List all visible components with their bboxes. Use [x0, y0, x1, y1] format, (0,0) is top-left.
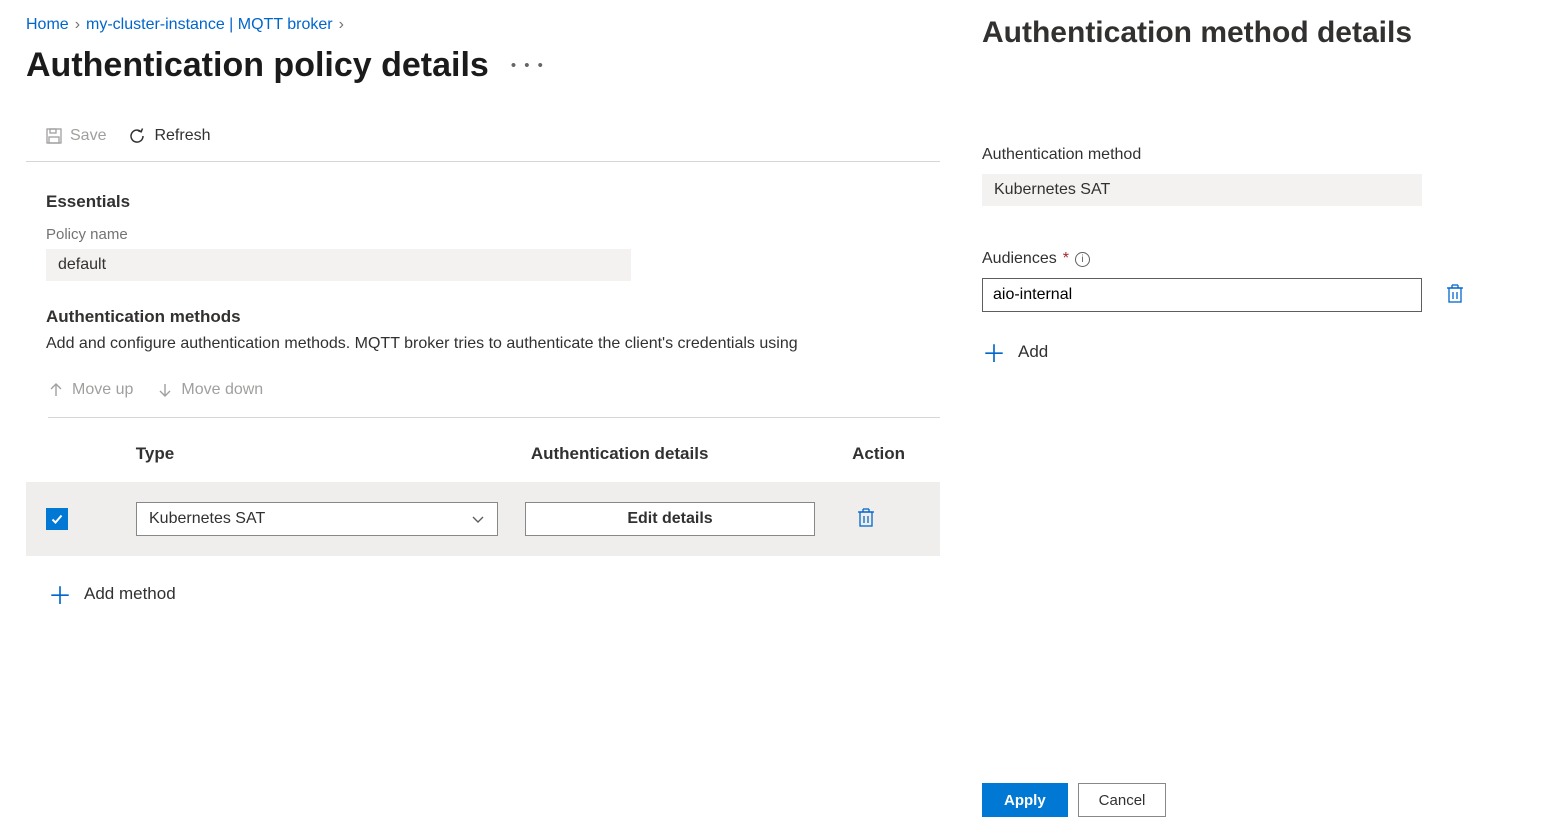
audiences-label: Audiences [982, 250, 1057, 268]
add-method-button[interactable]: ＋ Add method [48, 576, 940, 611]
type-select[interactable]: Kubernetes SAT [136, 502, 498, 536]
policy-name-label: Policy name [46, 226, 940, 243]
header-auth: Authentication details [531, 444, 820, 464]
breadcrumb: Home › my-cluster-instance | MQTT broker… [26, 16, 940, 34]
header-action: Action [820, 444, 920, 464]
auth-methods-label: Authentication methods [46, 307, 940, 327]
check-icon [50, 512, 64, 526]
move-up-button: Move up [48, 381, 133, 399]
chevron-right-icon: › [75, 16, 80, 34]
move-down-label: Move down [181, 381, 263, 399]
panel-title: Authentication method details [982, 16, 1522, 50]
policy-name-value: default [46, 249, 631, 281]
header-type: Type [136, 444, 531, 464]
arrow-up-icon [48, 382, 64, 398]
arrow-down-icon [157, 382, 173, 398]
chevron-down-icon [471, 512, 485, 526]
trash-icon [1446, 283, 1464, 303]
auth-methods-desc: Add and configure authentication methods… [46, 335, 940, 353]
save-label: Save [70, 127, 106, 145]
page-title: Authentication policy details [26, 46, 489, 85]
apply-button[interactable]: Apply [982, 783, 1068, 817]
essentials-label: Essentials [46, 192, 940, 212]
cancel-button[interactable]: Cancel [1078, 783, 1167, 817]
panel-method-label: Authentication method [982, 146, 1522, 164]
refresh-button[interactable]: Refresh [128, 127, 210, 145]
breadcrumb-home[interactable]: Home [26, 16, 69, 34]
type-value: Kubernetes SAT [149, 510, 265, 528]
required-indicator: * [1063, 250, 1069, 268]
add-label: Add [1018, 342, 1048, 362]
edit-details-button[interactable]: Edit details [525, 502, 815, 536]
move-up-label: Move up [72, 381, 133, 399]
table-row: Kubernetes SAT Edit details [26, 482, 940, 556]
info-icon[interactable]: i [1075, 252, 1090, 267]
add-method-label: Add method [84, 584, 176, 604]
breadcrumb-cluster[interactable]: my-cluster-instance | MQTT broker [86, 16, 333, 34]
save-button: Save [46, 127, 106, 145]
more-icon[interactable]: • • • [511, 57, 545, 74]
row-checkbox[interactable] [46, 508, 68, 530]
delete-audience-button[interactable] [1446, 283, 1464, 308]
delete-row-button[interactable] [857, 507, 875, 532]
audience-input[interactable] [982, 278, 1422, 312]
move-down-button: Move down [157, 381, 263, 399]
audience-row [982, 278, 1522, 312]
save-icon [46, 128, 62, 144]
plus-icon: ＋ [982, 334, 1006, 369]
edit-details-label: Edit details [627, 510, 712, 528]
chevron-right-icon: › [339, 16, 344, 34]
trash-icon [857, 507, 875, 527]
toolbar: Save Refresh [26, 127, 940, 162]
refresh-label: Refresh [154, 127, 210, 145]
plus-icon: ＋ [48, 576, 72, 611]
refresh-icon [128, 127, 146, 145]
panel-method-value: Kubernetes SAT [982, 174, 1422, 206]
table-header: Type Authentication details Action [26, 444, 940, 464]
details-panel: Authentication method details Authentica… [956, 0, 1548, 829]
add-audience-button[interactable]: ＋ Add [982, 334, 1522, 369]
audiences-label-row: Audiences * i [982, 250, 1522, 268]
